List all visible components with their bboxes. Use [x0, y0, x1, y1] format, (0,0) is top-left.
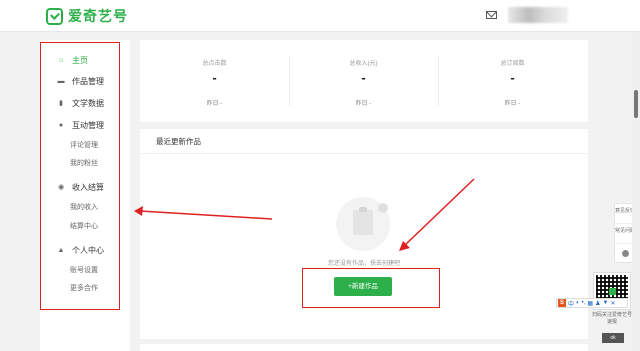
page-scrollbar[interactable] — [632, 32, 640, 351]
arrow-to-sidebar — [139, 210, 273, 220]
arrow-to-new-button — [403, 178, 475, 247]
shirt-icon: ▼ — [602, 300, 609, 306]
qr-logo — [609, 288, 616, 295]
person-icon: ♟ — [595, 300, 601, 307]
scrollbar-thumb[interactable] — [634, 90, 638, 118]
circle-icon — [621, 249, 629, 257]
qr-caption: 扫码关注爱奇艺号速报 — [591, 312, 632, 325]
punct-icon: •, — [581, 300, 586, 306]
keyboard-icon: ▦ — [587, 300, 594, 307]
arrowhead-sidebar — [134, 206, 143, 216]
annotation-arrows — [134, 178, 475, 251]
sogou-ime-icon: S — [558, 299, 566, 307]
tool-icon: ✕ — [610, 300, 616, 307]
ime-lang-indicator: 中 — [568, 301, 575, 308]
ime-toolbar[interactable]: S 中 ◐ •, ▦ ♟ ▼ ✕ — [556, 298, 628, 308]
ok-button[interactable]: ok — [602, 333, 624, 343]
moon-icon: ◐ — [576, 300, 580, 306]
